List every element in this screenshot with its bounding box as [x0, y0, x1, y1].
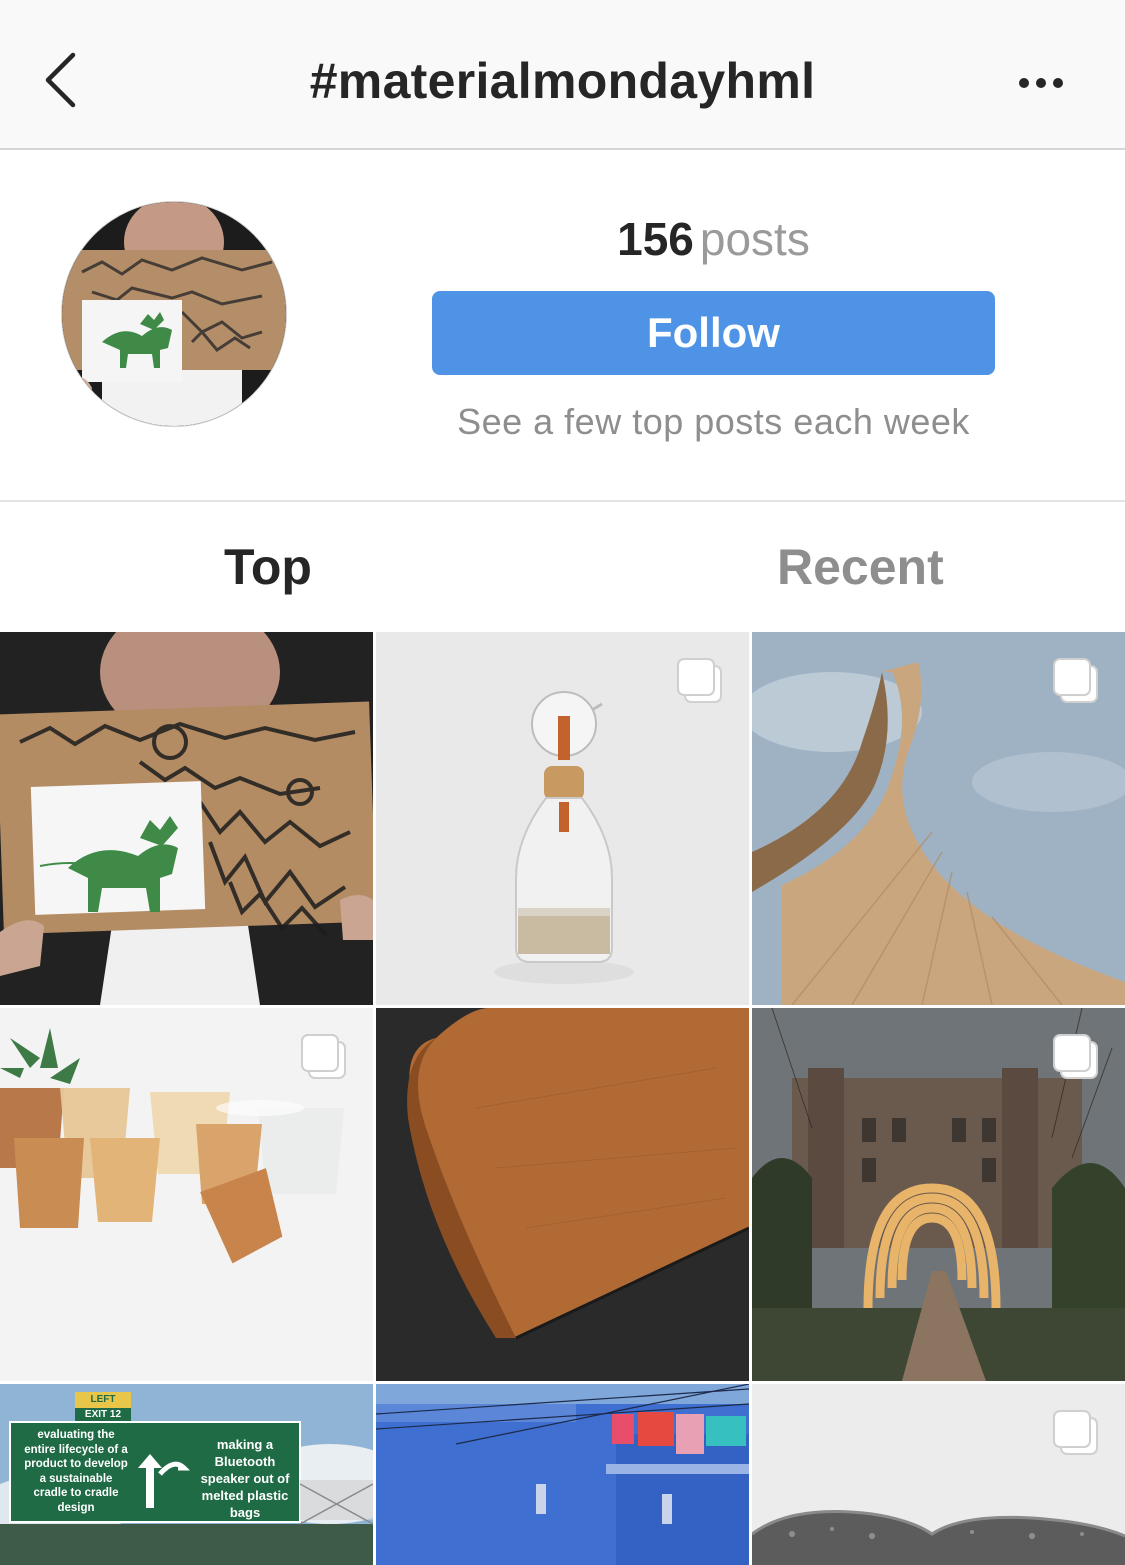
sign-line: Bluetooth: [214, 1454, 276, 1469]
sign-line: cradle to cradle: [33, 1487, 119, 1499]
post-tile-wooden-tower[interactable]: [752, 632, 1125, 1005]
tab-top[interactable]: Top: [0, 504, 562, 630]
sign-line: entire lifecycle of a: [24, 1443, 128, 1456]
post-grid: LEFT EXIT 12 evaluating the entire lifec…: [0, 632, 1125, 1565]
post-tile-arch-pavilion[interactable]: [752, 1008, 1125, 1381]
sign-line: melted plastic: [201, 1488, 289, 1503]
posts-count-number: 156: [617, 213, 694, 265]
sign-exit-number: EXIT 12: [84, 1409, 122, 1420]
post-tile-cups[interactable]: [0, 1008, 373, 1381]
follow-description: See a few top posts each week: [457, 401, 970, 442]
more-options-button[interactable]: [1005, 55, 1077, 111]
multiple-photos-icon: [677, 658, 722, 703]
sign-line: bags: [229, 1505, 261, 1520]
hashtag-header: 156 posts Follow See a few top posts each…: [0, 152, 1125, 502]
post-tile-leather-sheet[interactable]: [376, 1008, 749, 1381]
post-tile-highway-sign[interactable]: LEFT EXIT 12 evaluating the entire lifec…: [0, 1384, 373, 1565]
sign-left-text: evaluating the entire lifecycle of a pro…: [14, 1428, 138, 1515]
post-tile-stone-object[interactable]: [752, 1384, 1125, 1565]
multiple-photos-icon: [301, 1034, 346, 1079]
post-tile-blue-building[interactable]: [376, 1384, 749, 1565]
chevron-left-icon: [45, 52, 76, 108]
multiple-photos-icon: [1053, 658, 1098, 703]
more-icon: [1019, 78, 1063, 88]
sign-line: a sustainable: [39, 1472, 113, 1485]
page-title: #materialmondayhml: [309, 53, 816, 109]
sign-line: speaker out of: [200, 1471, 290, 1486]
sign-line: making a: [216, 1437, 274, 1452]
post-tile-glass-bottle[interactable]: [376, 632, 749, 1005]
posts-count-label: posts: [699, 213, 810, 265]
post-tile-cardboard[interactable]: [0, 632, 373, 1005]
multiple-photos-icon: [1053, 1034, 1098, 1079]
post-image: [376, 1008, 749, 1381]
back-button[interactable]: [30, 42, 90, 118]
sign-line: design: [57, 1501, 95, 1514]
multiple-photos-icon: [1053, 1410, 1098, 1455]
post-image: [0, 632, 373, 1005]
sign-right-text: making a Bluetooth speaker out of melted…: [190, 1436, 300, 1521]
posts-count: 156 posts: [432, 212, 995, 266]
avatar-image: [62, 202, 286, 426]
tab-recent[interactable]: Recent: [563, 504, 1125, 630]
post-image: [376, 1384, 749, 1565]
hashtag-avatar[interactable]: [62, 202, 286, 426]
sign-line: product to develop: [24, 1458, 128, 1470]
sign-line: evaluating the: [37, 1429, 115, 1441]
tab-bar: Top Recent: [0, 504, 1125, 630]
follow-button[interactable]: Follow: [432, 291, 995, 375]
sign-exit-top: LEFT: [90, 1394, 116, 1405]
navigation-bar: #materialmondayhml: [0, 0, 1125, 150]
